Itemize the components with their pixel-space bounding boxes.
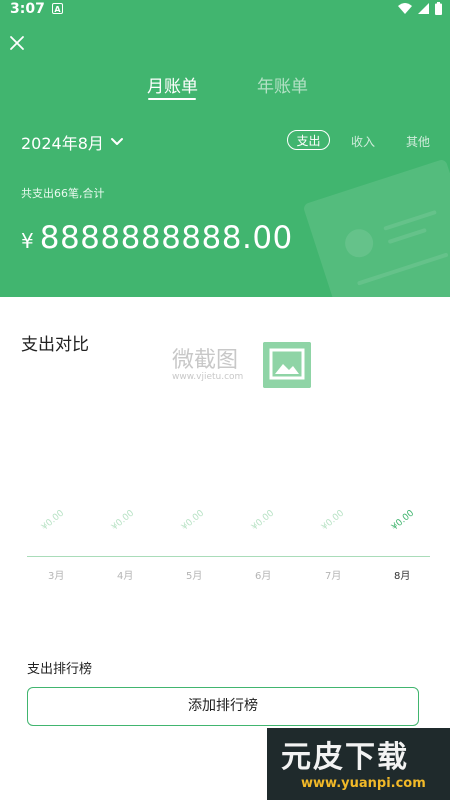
filter-expense-button[interactable]: 支出 — [287, 130, 330, 150]
date-label: 2024年8月 — [21, 134, 104, 153]
add-ranking-button[interactable]: 添加排行榜 — [27, 687, 419, 726]
filter-income-button[interactable]: 收入 — [351, 133, 375, 150]
month-value-label: ¥0.00 — [250, 508, 277, 533]
month-label[interactable]: 7月 — [325, 567, 341, 582]
tab-yearly-bill[interactable]: 年账单 — [257, 72, 308, 97]
month-label[interactable]: 3月 — [48, 567, 64, 582]
month-label-active[interactable]: 8月 — [394, 567, 410, 582]
month-label[interactable]: 6月 — [255, 567, 271, 582]
month-value-label-active: ¥0.00 — [390, 508, 417, 533]
status-time: 3:07 — [10, 1, 45, 17]
header-panel: 3:07 A 月账单 年账单 2024年8月 支出 收入 其他 共支出66笔,合… — [0, 0, 450, 297]
chevron-down-icon — [110, 138, 123, 145]
brand-watermark: 元皮下载 www.yuanpi.com — [267, 728, 450, 800]
month-label[interactable]: 4月 — [117, 567, 133, 582]
watermark-text: 微截图 — [172, 348, 239, 373]
ranking-title: 支出排行榜 — [27, 662, 93, 677]
expense-summary: 共支出66笔,合计 — [21, 187, 105, 200]
month-value-label: ¥0.00 — [40, 508, 67, 533]
battery-icon — [435, 2, 442, 15]
signal-icon — [418, 3, 429, 14]
system-icons — [398, 2, 442, 15]
chart-baseline — [27, 556, 430, 557]
notification-icon: A — [52, 3, 63, 14]
tab-active-indicator — [148, 98, 196, 100]
brand-watermark-url: www.yuanpi.com — [301, 776, 426, 791]
compare-title: 支出对比 — [21, 335, 89, 355]
month-label[interactable]: 5月 — [186, 567, 202, 582]
image-icon — [263, 342, 311, 388]
date-selector[interactable]: 2024年8月 — [21, 130, 124, 154]
month-value-label: ¥0.00 — [320, 508, 347, 533]
filter-other-button[interactable]: 其他 — [406, 133, 430, 150]
amount-value: 8888888888.00 — [39, 220, 293, 256]
month-value-label: ¥0.00 — [110, 508, 137, 533]
status-bar: 3:07 A — [0, 0, 450, 20]
tab-monthly-bill[interactable]: 月账单 — [147, 72, 198, 97]
receipt-decoration-icon — [302, 158, 450, 297]
watermark-url: www.vjietu.com — [172, 372, 244, 382]
month-value-label: ¥0.00 — [180, 508, 207, 533]
wifi-icon — [398, 3, 412, 14]
currency-symbol: ¥ — [21, 229, 34, 253]
total-amount: ¥ 8888888888.00 — [21, 220, 293, 256]
brand-watermark-text: 元皮下载 — [281, 740, 409, 775]
close-icon[interactable] — [8, 34, 26, 52]
